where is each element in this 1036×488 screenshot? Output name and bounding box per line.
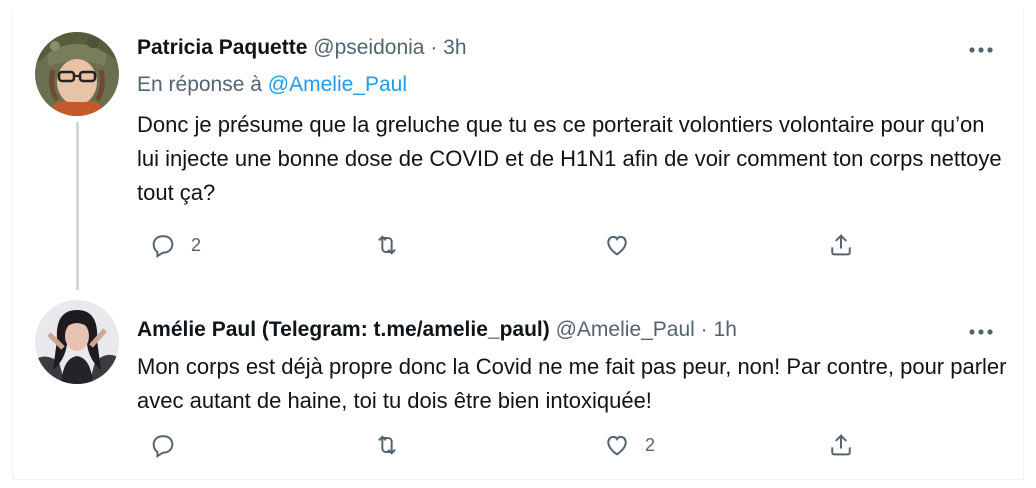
author-handle[interactable]: @pseidonia bbox=[313, 36, 424, 59]
tweet-header: Patricia Paquette @pseidonia · 3h bbox=[137, 34, 467, 62]
retweet-icon bbox=[378, 435, 396, 455]
separator-dot: · bbox=[430, 36, 438, 59]
like-button[interactable] bbox=[603, 225, 645, 265]
tweet-actions: 2 bbox=[137, 225, 877, 265]
tweet-header: Amélie Paul (Telegram: t.me/amelie_paul)… bbox=[137, 316, 737, 344]
tweet[interactable]: Patricia Paquette @pseidonia · 3h En rép… bbox=[13, 10, 1023, 290]
reply-button[interactable] bbox=[149, 425, 191, 465]
author-name[interactable]: Patricia Paquette bbox=[137, 36, 307, 59]
more-icon bbox=[969, 47, 993, 53]
reply-button[interactable]: 2 bbox=[149, 225, 201, 265]
retweet-button[interactable] bbox=[373, 225, 415, 265]
reply-to-mention[interactable]: @Amelie_Paul bbox=[268, 73, 407, 96]
tweet-actions: 2 bbox=[137, 425, 877, 465]
tweet-text: Mon corps est déjà propre donc la Covid … bbox=[137, 354, 1007, 413]
retweet-button[interactable] bbox=[373, 425, 415, 465]
reply-count: 2 bbox=[191, 234, 202, 255]
more-options-button[interactable] bbox=[961, 318, 1001, 346]
like-icon bbox=[607, 235, 627, 256]
tweet-text: Donc je présume que la greluche que tu e… bbox=[137, 112, 1002, 205]
author-handle[interactable]: @Amelie_Paul bbox=[556, 318, 695, 341]
separator-dot: · bbox=[700, 318, 708, 341]
reply-icon bbox=[152, 235, 174, 258]
more-options-button[interactable] bbox=[961, 36, 1001, 64]
timestamp[interactable]: 1h bbox=[714, 318, 737, 341]
timestamp[interactable]: 3h bbox=[443, 36, 466, 59]
reply-prefix: En réponse à bbox=[137, 73, 262, 96]
retweet-icon bbox=[378, 235, 396, 255]
share-icon bbox=[831, 234, 851, 256]
author-name[interactable]: Amélie Paul (Telegram: t.me/amelie_paul) bbox=[137, 318, 550, 341]
like-icon bbox=[607, 435, 627, 456]
reply-icon bbox=[152, 435, 174, 458]
like-button[interactable]: 2 bbox=[603, 425, 655, 465]
share-icon bbox=[831, 434, 851, 456]
like-count: 2 bbox=[645, 434, 656, 455]
conversation-thread: Patricia Paquette @pseidonia · 3h En rép… bbox=[12, 10, 1024, 480]
tweet[interactable]: Amélie Paul (Telegram: t.me/amelie_paul)… bbox=[13, 290, 1023, 480]
more-icon bbox=[969, 329, 993, 335]
share-button[interactable] bbox=[827, 425, 855, 465]
avatar[interactable] bbox=[35, 32, 119, 116]
share-button[interactable] bbox=[827, 225, 855, 265]
reply-context: En réponse à @Amelie_Paul bbox=[137, 73, 407, 97]
thread-line bbox=[76, 122, 79, 290]
avatar[interactable] bbox=[35, 300, 119, 384]
